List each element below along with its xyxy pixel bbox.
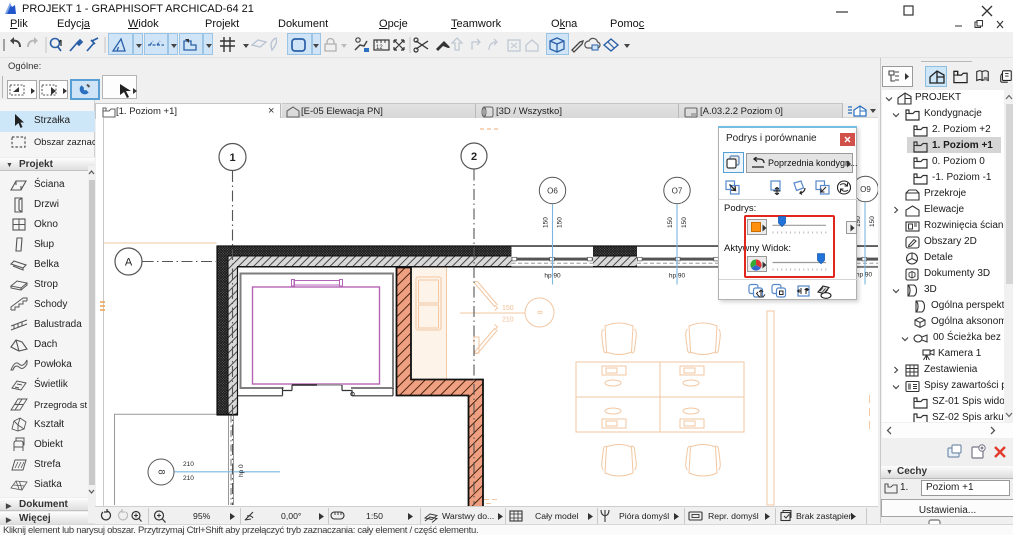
svg-text:150: 150 xyxy=(869,216,876,227)
svg-text:150: 150 xyxy=(502,305,514,312)
svg-text:hp 0: hp 0 xyxy=(238,464,245,477)
svg-text:150: 150 xyxy=(543,217,550,228)
svg-text:210: 210 xyxy=(502,317,514,324)
svg-text:1: 1 xyxy=(229,152,235,164)
svg-text:150: 150 xyxy=(667,217,674,228)
svg-text:150: 150 xyxy=(681,217,688,228)
svg-text:O9: O9 xyxy=(860,185,871,194)
svg-text:A: A xyxy=(125,257,133,269)
svg-text:210: 210 xyxy=(183,461,194,468)
svg-text:8: 8 xyxy=(157,469,167,474)
svg-text:hp 90: hp 90 xyxy=(544,273,561,280)
svg-text:210: 210 xyxy=(183,475,194,482)
svg-text:O7: O7 xyxy=(672,187,683,196)
svg-text:O6: O6 xyxy=(547,187,558,196)
svg-text:12: 12 xyxy=(376,45,383,51)
svg-text:hp 90: hp 90 xyxy=(669,273,686,280)
svg-text:hp 90: hp 90 xyxy=(856,272,873,279)
svg-text:150: 150 xyxy=(557,217,564,228)
svg-text:2: 2 xyxy=(471,151,477,163)
svg-text:8: 8 xyxy=(536,311,543,315)
